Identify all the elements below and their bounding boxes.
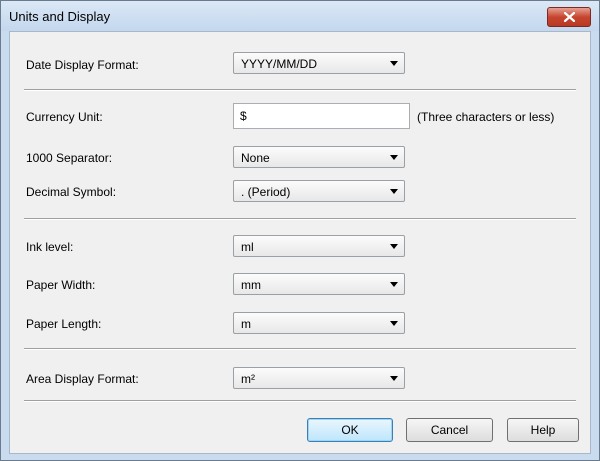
- chevron-down-icon: [390, 282, 398, 287]
- paper-length-value: m: [241, 317, 251, 331]
- chevron-down-icon: [390, 189, 398, 194]
- currency-unit-input[interactable]: [233, 103, 410, 129]
- close-button[interactable]: [547, 7, 591, 27]
- chevron-down-icon: [390, 376, 398, 381]
- chevron-down-icon: [390, 321, 398, 326]
- date-format-label: Date Display Format:: [26, 58, 139, 72]
- decimal-symbol-label: Decimal Symbol:: [26, 185, 117, 199]
- paper-width-value: mm: [241, 278, 261, 292]
- paper-length-label: Paper Length:: [26, 317, 102, 331]
- ink-level-select[interactable]: ml: [233, 235, 405, 257]
- paper-width-select[interactable]: mm: [233, 273, 405, 295]
- date-format-select[interactable]: YYYY/MM/DD: [233, 52, 405, 74]
- cancel-button[interactable]: Cancel: [406, 418, 493, 442]
- ink-level-value: ml: [241, 240, 254, 254]
- ink-level-label: Ink level:: [26, 240, 74, 254]
- dialog-window: Units and Display Date Display Format: Y…: [0, 0, 600, 461]
- area-format-value: m²: [241, 372, 255, 386]
- title-bar: Units and Display: [1, 1, 599, 31]
- date-format-value: YYYY/MM/DD: [241, 57, 318, 71]
- decimal-symbol-select[interactable]: . (Period): [233, 180, 405, 202]
- close-icon: [563, 12, 575, 22]
- paper-length-select[interactable]: m: [233, 312, 405, 334]
- separator: [24, 400, 576, 402]
- separator: [24, 218, 576, 220]
- decimal-symbol-value: . (Period): [241, 185, 291, 199]
- area-format-label: Area Display Format:: [26, 372, 139, 386]
- thousand-separator-select[interactable]: None: [233, 146, 405, 168]
- chevron-down-icon: [390, 155, 398, 160]
- currency-unit-hint: (Three characters or less): [417, 110, 555, 124]
- area-format-select[interactable]: m²: [233, 367, 405, 389]
- dialog-body: Date Display Format: YYYY/MM/DD Currency…: [9, 31, 591, 454]
- separator: [24, 89, 576, 91]
- chevron-down-icon: [390, 244, 398, 249]
- ok-button[interactable]: OK: [307, 418, 393, 442]
- separator: [24, 348, 576, 350]
- currency-unit-label: Currency Unit:: [26, 110, 103, 124]
- window-title: Units and Display: [9, 9, 111, 24]
- help-button[interactable]: Help: [507, 418, 579, 442]
- thousand-separator-value: None: [241, 151, 270, 165]
- chevron-down-icon: [390, 61, 398, 66]
- paper-width-label: Paper Width:: [26, 278, 96, 292]
- thousand-separator-label: 1000 Separator:: [26, 151, 113, 165]
